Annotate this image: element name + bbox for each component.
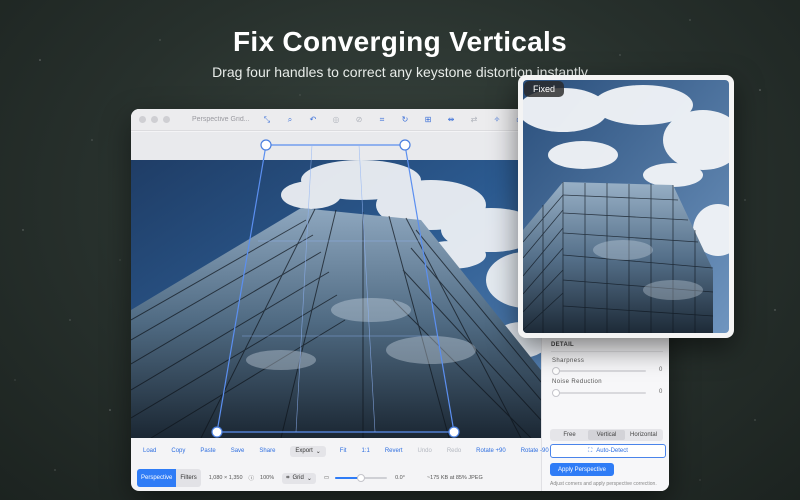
noise-reduction-value: 0 <box>659 389 663 395</box>
segment-vertical[interactable]: Vertical <box>588 430 625 440</box>
undo-icon[interactable]: ↶ <box>306 113 320 127</box>
image-dimensions: 1,080 × 1,350 <box>208 475 243 481</box>
load-button[interactable]: Load <box>143 448 156 454</box>
copy-button[interactable]: Copy <box>171 448 185 454</box>
swap-icon[interactable]: ⇄ <box>467 113 481 127</box>
export-label: Export <box>295 448 313 454</box>
tab-perspective[interactable]: Perspective <box>137 469 177 487</box>
sharpness-slider-knob[interactable] <box>552 367 560 375</box>
tab-filters[interactable]: Filters <box>176 469 200 487</box>
sharpness-value: 0 <box>659 367 663 373</box>
grid-label: Grid <box>292 475 304 481</box>
flip-icon[interactable]: ⇹ <box>444 113 458 127</box>
revert-button[interactable]: Revert <box>385 448 403 454</box>
arrows-icon[interactable]: ⤡ <box>260 113 274 127</box>
crop-icon[interactable]: ⌗ <box>375 113 389 127</box>
handle-bottom-right[interactable] <box>448 426 460 438</box>
zoom-percentage: 100% <box>260 475 275 481</box>
share-button[interactable]: Share <box>259 448 275 454</box>
one-to-one-button[interactable]: 1:1 <box>361 448 369 454</box>
zoom-window-button[interactable] <box>163 116 170 123</box>
action-bar: Load Copy Paste Save Share Export ⌄ Fit … <box>131 441 549 461</box>
status-bar: Perspective Filters 1,080 × 1,350 ⓘ 100%… <box>131 465 541 491</box>
save-button[interactable]: Save <box>231 448 245 454</box>
sidebar-hint: Adjust corners and apply perspective cor… <box>550 481 657 487</box>
fixed-preview-image <box>523 80 729 333</box>
sharpness-label: Sharpness <box>552 358 585 364</box>
fit-button[interactable]: Fit <box>340 448 347 454</box>
segment-horizontal[interactable]: Horizontal <box>625 430 662 440</box>
mode-tabs: Perspective Filters <box>137 469 201 487</box>
sharpness-slider[interactable] <box>552 370 646 372</box>
minimize-window-button[interactable] <box>151 116 158 123</box>
noise-reduction-slider[interactable] <box>552 392 646 394</box>
noise-reduction-label: Noise Reduction <box>552 379 603 385</box>
section-divider <box>551 351 663 352</box>
close-window-button[interactable] <box>139 116 146 123</box>
window-title: Perspective Grid... <box>192 116 250 123</box>
rotate-icon[interactable]: ↻ <box>398 113 412 127</box>
fixed-badge: Fixed <box>524 81 565 97</box>
rotate-plus-button[interactable]: Rotate +90 <box>476 448 506 454</box>
noise-reduction-slider-knob[interactable] <box>552 389 560 397</box>
scan-icon: ⛶ <box>588 447 593 454</box>
rotation-slider[interactable] <box>335 474 388 482</box>
circle-icon[interactable]: ◎ <box>329 113 343 127</box>
grid-dropdown[interactable]: ⌗ Grid ⌄ <box>282 472 316 484</box>
image-canvas[interactable] <box>131 132 541 438</box>
hero-title: Fix Converging Verticals <box>233 26 567 57</box>
grid-icon: ⌗ <box>286 474 290 481</box>
constraint-segmented-control: Free Vertical Horizontal <box>550 429 663 441</box>
info-icon[interactable]: ⓘ <box>249 474 255 482</box>
fixed-preview-card <box>518 75 734 338</box>
apply-perspective-button[interactable]: Apply Perspective <box>550 463 614 476</box>
chevron-down-icon: ⌄ <box>306 475 312 482</box>
auto-detect-button[interactable]: ⛶ Auto-Detect <box>550 444 666 458</box>
zoom-icon[interactable]: ⌕ <box>283 113 297 127</box>
rotate-minus-button[interactable]: Rotate -90 <box>521 448 549 454</box>
handle-top-right[interactable] <box>399 139 411 151</box>
window-controls <box>139 116 170 123</box>
undo-button[interactable]: Undo <box>417 448 431 454</box>
perspective-grid <box>211 139 460 438</box>
auto-detect-label: Auto-Detect <box>596 448 628 454</box>
rotation-angle: 0.0° <box>395 475 405 481</box>
toolbar: ⤡ ⌕ ↶ ◎ ⊘ ⌗ ↻ ⊞ ⇹ ⇄ ✧ ▭ <box>260 113 527 127</box>
chevron-down-icon: ⌄ <box>315 448 321 455</box>
straighten-icon: ▭ <box>323 475 330 481</box>
rotation-slider-knob[interactable] <box>357 474 366 482</box>
handle-top-left[interactable] <box>260 139 272 151</box>
export-dropdown[interactable]: Export ⌄ <box>290 445 326 457</box>
detail-section-title: DETAIL <box>551 342 575 348</box>
grid-transform-icon[interactable]: ⊞ <box>421 113 435 127</box>
file-size-estimate: ~175 KB at 85% JPEG <box>426 475 483 481</box>
paste-button[interactable]: Paste <box>200 448 215 454</box>
magic-icon[interactable]: ✧ <box>490 113 504 127</box>
slash-circle-icon[interactable]: ⊘ <box>352 113 366 127</box>
handle-bottom-left[interactable] <box>211 426 223 438</box>
corrected-building-photo <box>523 80 729 333</box>
redo-button[interactable]: Redo <box>447 448 461 454</box>
segment-free[interactable]: Free <box>551 430 588 440</box>
